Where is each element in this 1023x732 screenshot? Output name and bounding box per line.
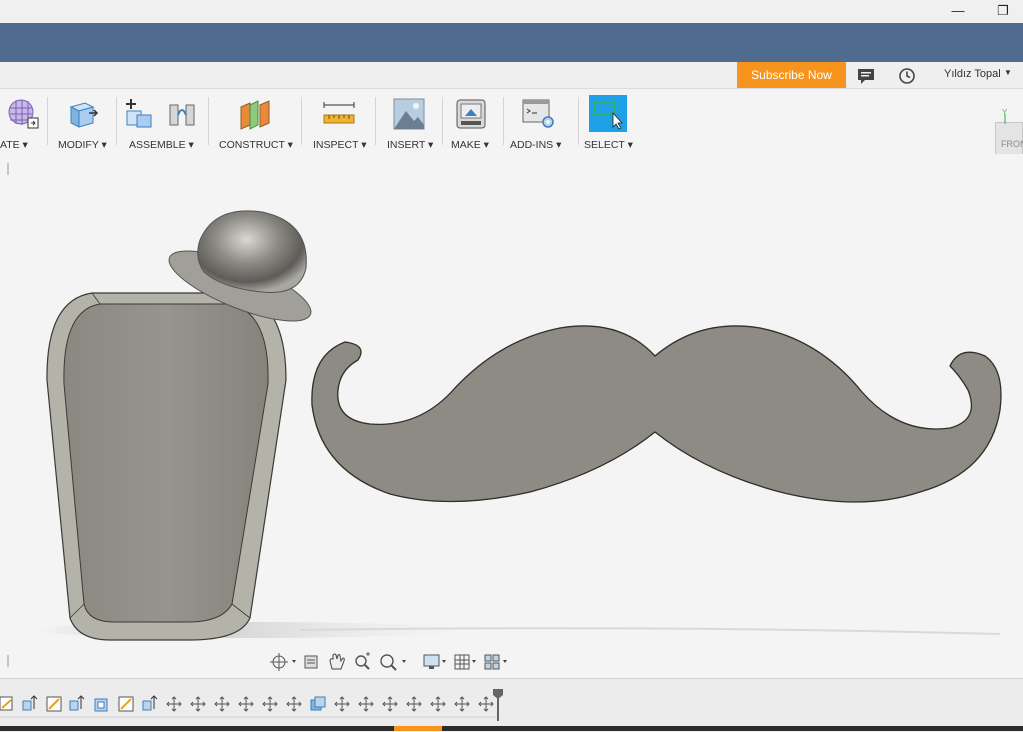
offset-plane-icon — [240, 100, 270, 130]
toolbar-divider — [47, 97, 48, 145]
timeline-feature-component[interactable] — [310, 696, 326, 711]
pan-hand-icon[interactable] — [329, 653, 345, 670]
axis-y-label: Y — [1002, 108, 1008, 117]
viewports-icon[interactable] — [484, 654, 507, 670]
taskbar-strip — [0, 726, 1023, 731]
timeline-feature-move-group-2[interactable] — [334, 696, 494, 712]
grid-settings-icon[interactable] — [454, 654, 476, 670]
subscribe-button[interactable]: Subscribe Now — [737, 62, 846, 88]
new-component-icon — [126, 99, 152, 128]
look-at-icon[interactable] — [304, 655, 318, 669]
toolbar-group-inspect[interactable]: INSPECT ▾ — [307, 93, 371, 153]
orbit-icon[interactable] — [270, 653, 296, 671]
toolbar-divider — [442, 97, 443, 145]
3d-print-icon — [456, 99, 486, 129]
timeline-marker[interactable] — [493, 689, 503, 721]
comments-panel-handle[interactable] — [3, 654, 13, 668]
timeline-feature-sketch[interactable] — [118, 696, 134, 712]
form-grid-icon — [8, 99, 39, 129]
timeline-feature-move-group[interactable] — [166, 696, 302, 712]
comment-icon[interactable] — [856, 66, 876, 86]
app-header-bar — [0, 23, 1023, 62]
toolbar-label-create: ATE ▾ — [0, 139, 28, 151]
ribbon-toolbar: ATE ▾ MODIFY ▾ ASSEMBLE ▾ CONSTRUCT ▾ IN… — [0, 93, 643, 153]
toolbar-divider — [208, 97, 209, 145]
insert-image-icon — [393, 98, 425, 130]
scripts-addins-icon — [522, 99, 554, 128]
toolbar-label-select: SELECT ▾ — [584, 139, 633, 151]
chevron-down-icon[interactable]: ▼ — [1004, 68, 1012, 77]
toolbar-group-make[interactable]: MAKE ▾ — [446, 93, 500, 153]
toolbar-label-modify: MODIFY ▾ — [58, 139, 107, 151]
toolbar-group-assemble[interactable]: ASSEMBLE ▾ — [120, 93, 204, 153]
toolbar-group-construct[interactable]: CONSTRUCT ▾ — [214, 93, 294, 153]
top-utility-bar: Subscribe Now Yıldız Topal ▼ — [0, 62, 1023, 89]
toolbar-group-modify[interactable]: MODIFY ▾ — [52, 93, 112, 153]
toolbar-divider — [116, 97, 117, 145]
window-titlebar: — ❐ — [0, 0, 1023, 23]
mustache-model[interactable] — [311, 325, 1002, 503]
user-menu[interactable]: Yıldız Topal — [944, 68, 1001, 80]
toolbar-label-add-ins: ADD-INS ▾ — [510, 139, 562, 151]
active-task-indicator — [394, 726, 442, 731]
timeline-feature-sketch[interactable] — [46, 696, 62, 712]
timeline-feature-extrude[interactable] — [69, 695, 85, 711]
toolbar-group-insert[interactable]: INSERT ▾ — [380, 93, 438, 153]
fit-zoom-icon[interactable] — [380, 654, 406, 671]
toolbar-group-add-ins[interactable]: ADD-INS ▾ — [507, 93, 575, 153]
toolbar-group-select[interactable]: SELECT ▾ — [580, 93, 643, 153]
model-canvas[interactable] — [0, 154, 1023, 678]
toolbar-divider — [578, 97, 579, 145]
press-pull-icon — [69, 102, 99, 128]
toolbar-label-make: MAKE ▾ — [451, 139, 489, 151]
timeline-feature-shell[interactable] — [94, 698, 108, 712]
display-settings-icon[interactable] — [423, 654, 446, 669]
restore-button[interactable]: ❐ — [992, 2, 1014, 20]
timeline-feature-extrude[interactable] — [22, 695, 38, 711]
timeline-feature-sketch[interactable] — [0, 696, 13, 711]
browser-panel-handle[interactable] — [3, 162, 13, 176]
toolbar-divider — [503, 97, 504, 145]
3d-viewport[interactable] — [0, 154, 1023, 678]
toolbar-divider — [301, 97, 302, 145]
toolbar-label-construct: CONSTRUCT ▾ — [219, 139, 293, 151]
select-cursor-icon — [594, 101, 623, 130]
measure-icon — [323, 102, 355, 124]
zoom-icon[interactable] — [355, 652, 370, 670]
joint-icon — [169, 104, 195, 126]
clock-icon[interactable] — [897, 66, 917, 86]
toolbar-divider — [375, 97, 376, 145]
timeline-bar — [0, 678, 1023, 726]
timeline-feature-extrude[interactable] — [142, 695, 158, 711]
navigation-bar — [266, 650, 516, 676]
toolbar-label-inspect: INSPECT ▾ — [313, 139, 367, 151]
toolbar-group-create[interactable]: ATE ▾ — [0, 93, 44, 153]
toolbar-label-insert: INSERT ▾ — [387, 139, 434, 151]
minimize-button[interactable]: — — [947, 2, 969, 20]
toolbar-label-assemble: ASSEMBLE ▾ — [129, 139, 194, 151]
